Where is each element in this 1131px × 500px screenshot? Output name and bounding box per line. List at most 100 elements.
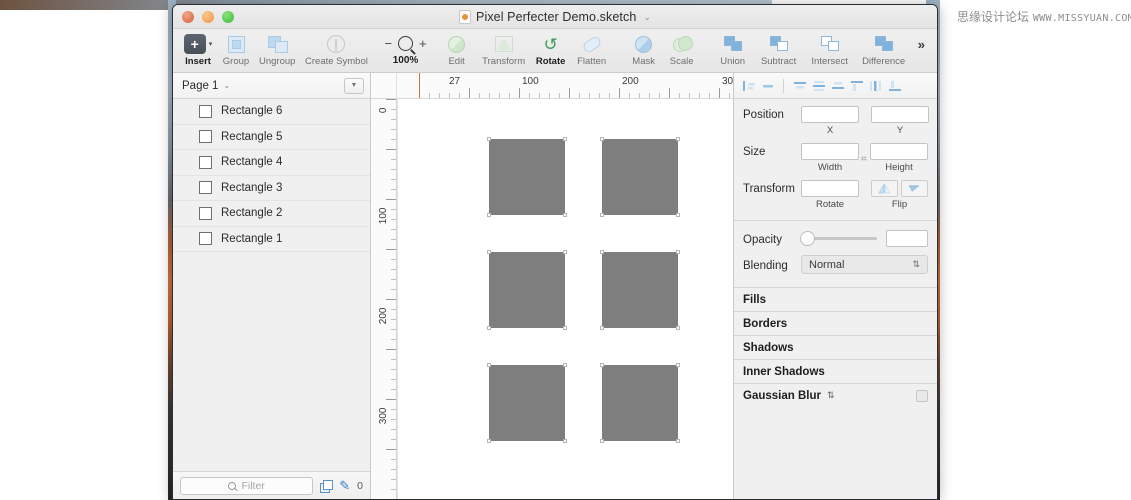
layer-row[interactable]: Rectangle 6	[173, 99, 370, 125]
inspector-section-header[interactable]: Gaussian Blur⇅	[734, 383, 937, 407]
toolbar-edit-button[interactable]: Edit	[438, 31, 476, 73]
resize-handle[interactable]	[600, 137, 604, 141]
layer-filter-input[interactable]: Filter	[180, 477, 313, 495]
toolbar-group-button[interactable]: Group	[217, 31, 255, 73]
inspector-section-header[interactable]: Fills	[734, 287, 937, 311]
layer-row[interactable]: Rectangle 3	[173, 176, 370, 202]
toolbar-intersect-button[interactable]: Intersect	[804, 31, 856, 73]
align-center-horizontal-icon[interactable]	[759, 77, 776, 94]
toolbar-overflow-button[interactable]: »	[914, 37, 933, 66]
distribute-top-icon[interactable]	[791, 77, 808, 94]
resize-handle[interactable]	[676, 250, 680, 254]
flip-vertical-icon[interactable]	[901, 180, 928, 197]
resize-handle[interactable]	[676, 137, 680, 141]
ruler-tick	[391, 419, 396, 420]
toolbar-subtract-button[interactable]: Subtract	[754, 31, 804, 73]
resize-handle[interactable]	[487, 250, 491, 254]
resize-handle[interactable]	[563, 137, 567, 141]
distribute-middle-icon[interactable]	[810, 77, 827, 94]
layer-filter-dropdown-icon[interactable]: ▼	[344, 78, 364, 94]
toolbar-insert-button[interactable]: + ▾ Insert	[179, 31, 217, 73]
size-height-input[interactable]	[870, 143, 928, 160]
symbol-icon	[327, 35, 345, 53]
layer-row[interactable]: Rectangle 1	[173, 227, 370, 253]
section-checkbox[interactable]	[916, 390, 928, 402]
page-chevron-down-icon[interactable]: ⌄	[223, 81, 230, 90]
toolbar-flatten-button[interactable]: Flatten	[570, 31, 614, 73]
horizontal-ruler[interactable]: 27100200300	[371, 73, 733, 99]
resize-handle[interactable]	[563, 326, 567, 330]
inspector-section-header[interactable]: Shadows	[734, 335, 937, 359]
size-width-input[interactable]	[801, 143, 859, 160]
resize-handle[interactable]	[487, 363, 491, 367]
align-middle-icon[interactable]	[867, 77, 884, 94]
opacity-slider[interactable]	[801, 237, 877, 240]
resize-handle[interactable]	[676, 326, 680, 330]
inspector-section-header[interactable]: Borders	[734, 311, 937, 335]
opacity-input[interactable]	[886, 230, 928, 247]
layer-row[interactable]: Rectangle 5	[173, 125, 370, 151]
resize-handle[interactable]	[600, 213, 604, 217]
resize-handle[interactable]	[487, 439, 491, 443]
blending-mode-select[interactable]: Normal ⇅	[801, 255, 928, 274]
flip-horizontal-icon[interactable]	[871, 180, 898, 197]
inspector-section-header[interactable]: Inner Shadows	[734, 359, 937, 383]
resize-handle[interactable]	[676, 213, 680, 217]
duplicate-icon[interactable]	[320, 480, 332, 492]
toolbar-mask-button[interactable]: Mask	[625, 31, 663, 73]
opacity-slider-knob[interactable]	[801, 232, 814, 245]
distribute-bottom-icon[interactable]	[829, 77, 846, 94]
resize-handle[interactable]	[487, 137, 491, 141]
align-bottom-icon[interactable]	[886, 77, 903, 94]
resize-handle[interactable]	[600, 250, 604, 254]
insert-caret-icon[interactable]: ▾	[209, 40, 213, 48]
canvas-rectangle[interactable]	[489, 252, 565, 328]
align-top-icon[interactable]	[848, 77, 865, 94]
zoom-in-button[interactable]: +	[419, 37, 427, 50]
toolbar-union-button[interactable]: Union	[712, 31, 754, 73]
design-canvas[interactable]	[397, 99, 733, 499]
zoom-out-button[interactable]: −	[384, 37, 392, 50]
resize-handle[interactable]	[563, 250, 567, 254]
toolbar-scale-button[interactable]: Scale	[663, 31, 701, 73]
layer-row[interactable]: Rectangle 2	[173, 201, 370, 227]
minimize-window-button[interactable]	[202, 11, 214, 23]
title-chevron-down-icon[interactable]: ⌄	[643, 12, 651, 23]
canvas-rectangle[interactable]	[489, 139, 565, 215]
toolbar-create-symbol-button[interactable]: Create Symbol	[299, 31, 373, 73]
chevron-updown-icon[interactable]: ⇅	[827, 390, 835, 401]
canvas-rectangle[interactable]	[602, 252, 678, 328]
toolbar-ungroup-button[interactable]: Ungroup	[255, 31, 299, 73]
vertical-ruler[interactable]: 0100200300400	[371, 99, 397, 499]
rotate-input[interactable]	[801, 180, 859, 197]
canvas-rectangle[interactable]	[602, 365, 678, 441]
transform-icon	[495, 36, 513, 52]
resize-handle[interactable]	[676, 363, 680, 367]
maximize-window-button[interactable]	[222, 11, 234, 23]
ruler-tick	[391, 209, 396, 210]
close-window-button[interactable]	[182, 11, 194, 23]
resize-handle[interactable]	[563, 363, 567, 367]
align-left-icon[interactable]	[740, 77, 757, 94]
page-selector-bar[interactable]: Page 1 ⌄ ▼	[173, 73, 370, 99]
layer-row[interactable]: Rectangle 4	[173, 150, 370, 176]
resize-handle[interactable]	[563, 439, 567, 443]
position-y-input[interactable]	[871, 106, 929, 123]
search-icon[interactable]	[398, 36, 413, 51]
section-label: Shadows	[743, 342, 793, 354]
toolbar-transform-button[interactable]: Transform	[476, 31, 532, 73]
resize-handle[interactable]	[600, 326, 604, 330]
toolbar-difference-button[interactable]: Difference	[856, 31, 912, 73]
resize-handle[interactable]	[676, 439, 680, 443]
resize-handle[interactable]	[487, 213, 491, 217]
lock-open-icon[interactable]: ⌗	[861, 152, 868, 165]
position-x-input[interactable]	[801, 106, 859, 123]
toolbar-rotate-button[interactable]: ↺ Rotate	[532, 31, 570, 73]
canvas-rectangle[interactable]	[602, 139, 678, 215]
resize-handle[interactable]	[600, 363, 604, 367]
resize-handle[interactable]	[487, 326, 491, 330]
resize-handle[interactable]	[600, 439, 604, 443]
canvas-rectangle[interactable]	[489, 365, 565, 441]
resize-handle[interactable]	[563, 213, 567, 217]
pen-icon[interactable]: ✎	[339, 479, 350, 492]
